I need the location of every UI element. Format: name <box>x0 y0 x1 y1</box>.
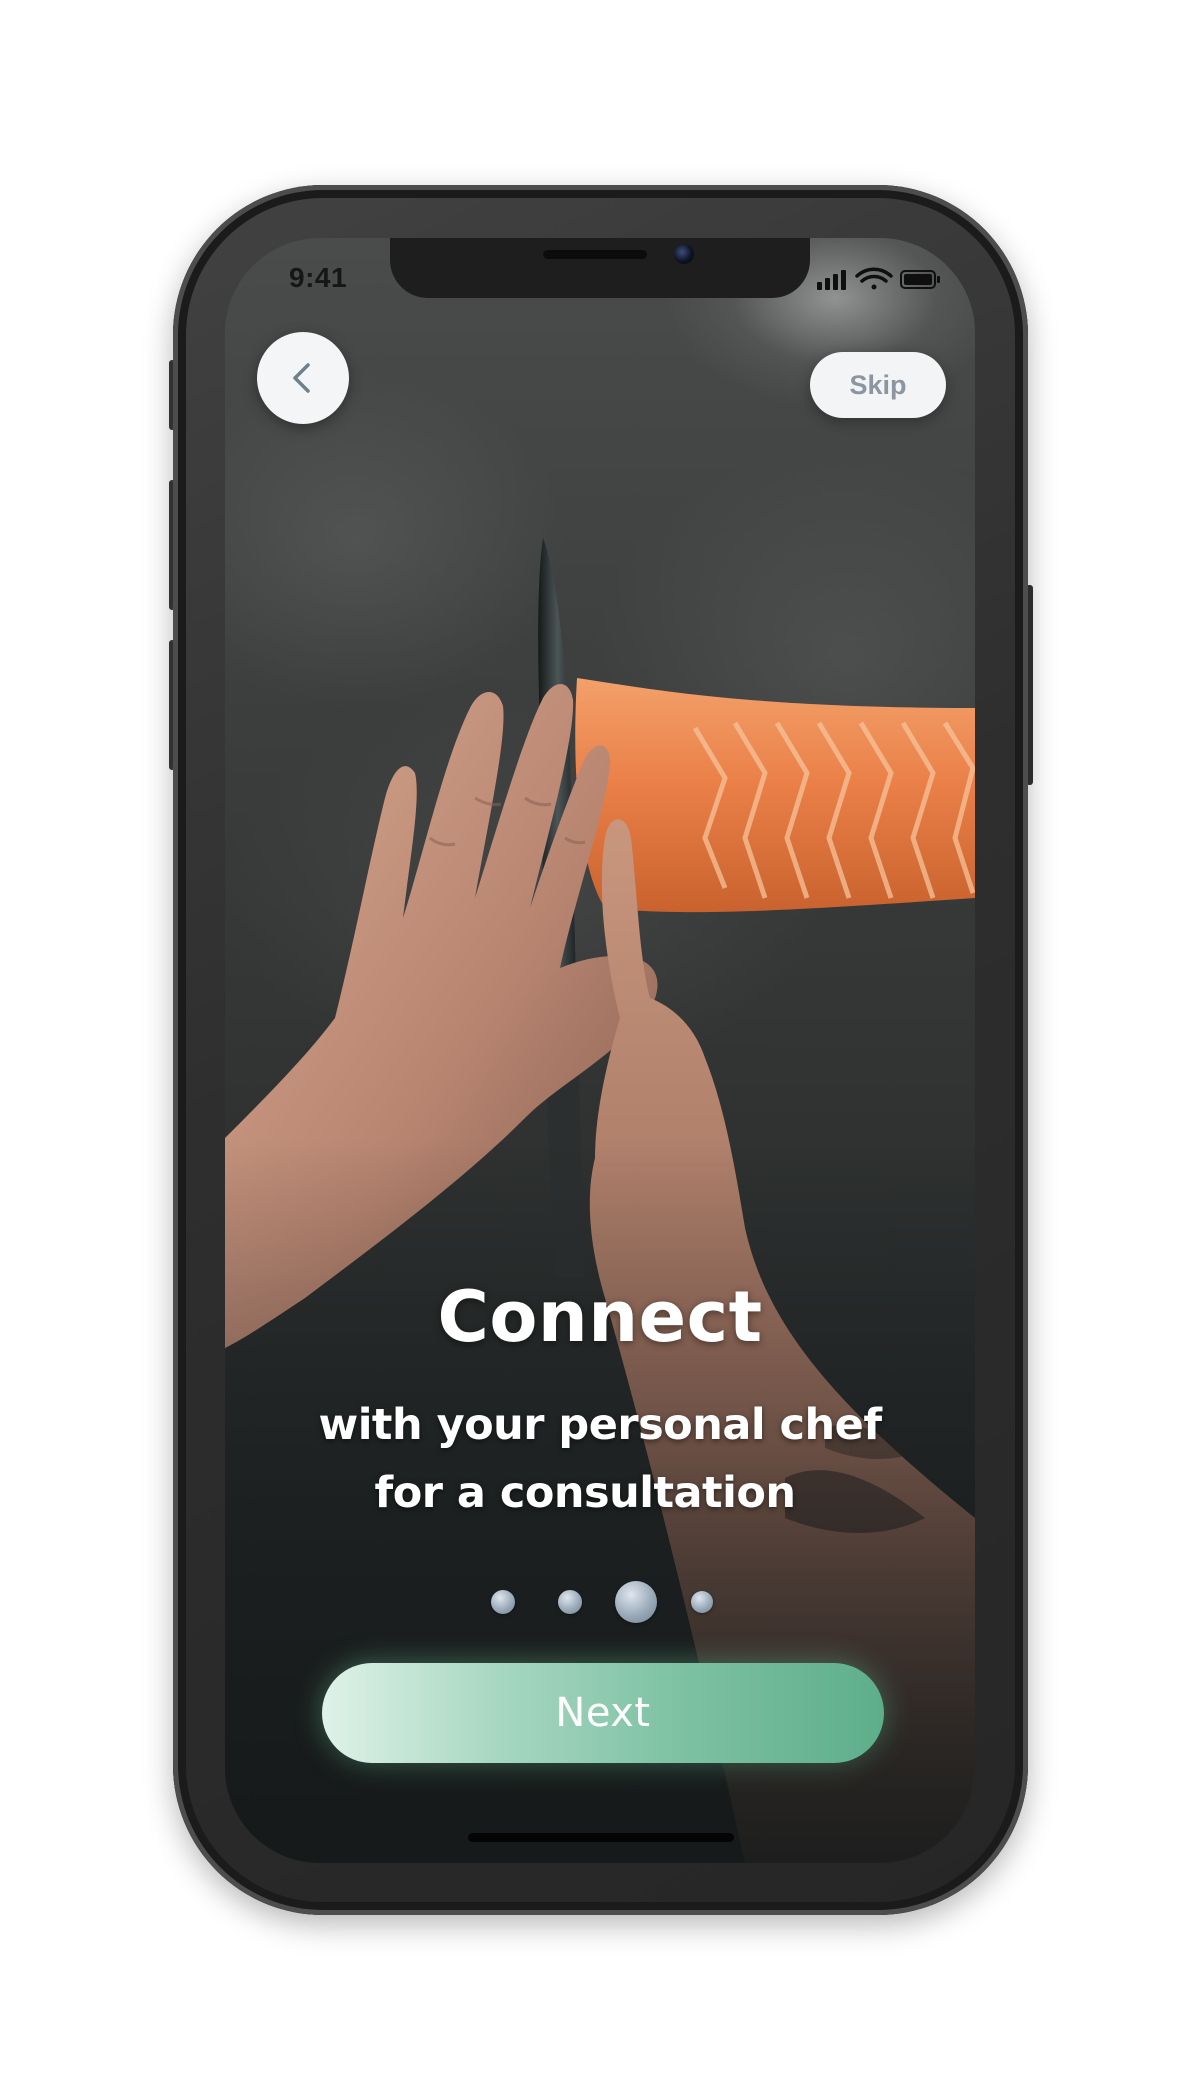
page-indicator-dot[interactable] <box>491 1590 515 1614</box>
back-button[interactable] <box>257 332 349 424</box>
page-indicator-dot[interactable] <box>558 1590 582 1614</box>
onboarding-title: Connect <box>437 1276 763 1358</box>
notch <box>390 238 810 298</box>
earpiece-speaker <box>543 250 647 259</box>
device-mockup: 9:41 Skip Connect with your personal che… <box>0 0 1195 2100</box>
next-button[interactable]: Next <box>322 1663 884 1763</box>
skip-button[interactable]: Skip <box>810 352 946 418</box>
page-indicator-dot-active[interactable] <box>615 1581 657 1623</box>
background-photo <box>225 538 975 1863</box>
signal-icon <box>817 270 846 290</box>
onboarding-subtitle-line2: for a consultation <box>374 1468 796 1518</box>
onboarding-screen: 9:41 Skip Connect with your personal che… <box>225 238 975 1863</box>
page-indicator-dot[interactable] <box>691 1591 713 1613</box>
front-camera <box>674 244 694 264</box>
status-time: 9:41 <box>289 262 348 293</box>
chevron-left-icon <box>293 363 310 393</box>
status-icons <box>817 267 940 290</box>
wifi-icon <box>855 267 893 290</box>
battery-icon <box>900 270 940 289</box>
home-indicator[interactable] <box>468 1833 734 1842</box>
onboarding-subtitle-line1: with your personal chef <box>318 1400 882 1450</box>
